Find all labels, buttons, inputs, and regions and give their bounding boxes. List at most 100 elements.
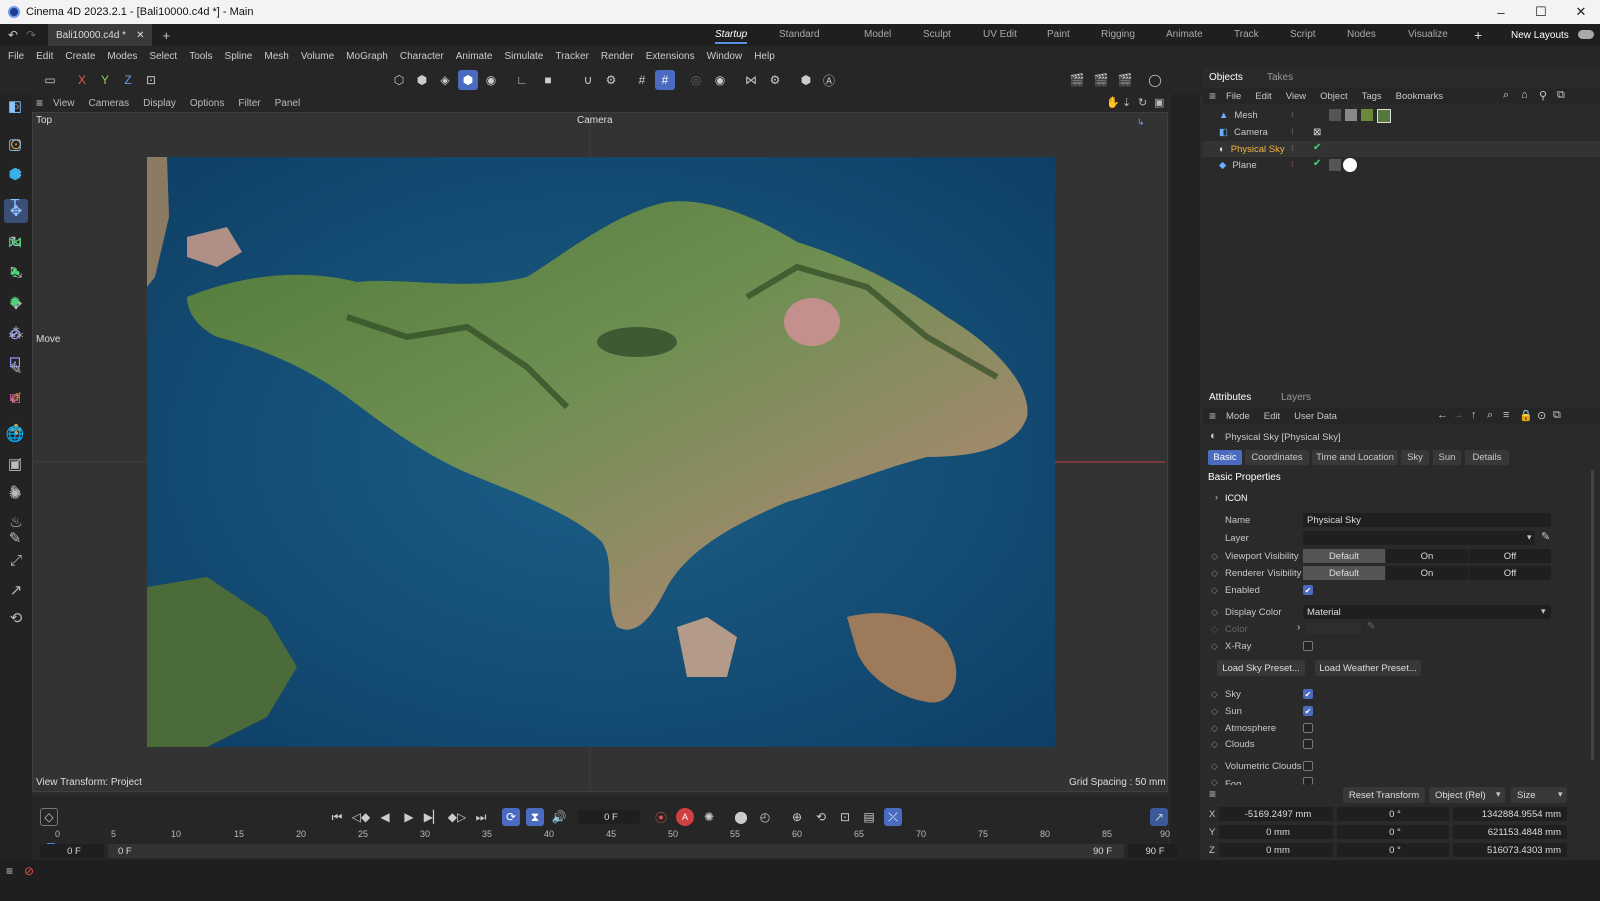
text-object-icon[interactable]: T (3, 192, 27, 216)
coordinate-system-icon[interactable]: ⊡ (141, 70, 161, 90)
viewport-visibility-default[interactable]: Default (1303, 549, 1385, 563)
eyedropper-icon[interactable]: ✎ (1541, 530, 1550, 543)
chevron-down-icon[interactable]: ▾ (1527, 532, 1532, 543)
rotation-z-field[interactable]: 0 ° (1337, 843, 1449, 857)
object-name[interactable]: Camera (1234, 127, 1268, 138)
menu-edit[interactable]: Edit (36, 51, 53, 62)
texture-tag-icon[interactable] (1377, 109, 1391, 123)
scale-track-icon[interactable]: ⊡ (836, 808, 854, 826)
keyframe-diamond-icon[interactable]: ◇ (1211, 723, 1218, 734)
back-arrow-icon[interactable]: ← (1437, 409, 1448, 421)
objects-menu-edit[interactable]: Edit (1255, 91, 1271, 102)
phong-tag-icon[interactable] (1329, 159, 1341, 171)
objects-menu-bookmarks[interactable]: Bookmarks (1396, 91, 1444, 102)
mograph-effector-icon[interactable]: ⧉ (3, 386, 27, 410)
pla-track-icon[interactable]: ⤫ (884, 808, 902, 826)
attributes-menu-edit[interactable]: Edit (1264, 411, 1280, 422)
environment-icon[interactable]: 🌐 (3, 422, 27, 446)
add-layout-icon[interactable]: + (1474, 27, 1482, 43)
align-workplane-icon[interactable]: ↗ (4, 578, 28, 602)
previous-frame-icon[interactable]: ◀ (376, 808, 394, 826)
polygons-mode-icon[interactable]: ◈ (435, 70, 455, 90)
visibility-dots-icon[interactable]: ⁝ (1291, 160, 1294, 169)
tab-standard[interactable]: Standard (779, 29, 820, 40)
tab-startup[interactable]: Startup (715, 29, 748, 44)
symmetry-icon[interactable]: ⋈ (741, 70, 761, 90)
redo-icon[interactable]: ↷ (26, 28, 36, 42)
attributes-filter-icon[interactable]: ≡ (1503, 409, 1509, 421)
position-z-field[interactable]: 0 mm (1219, 843, 1333, 857)
viewport-menu-view[interactable]: View (53, 98, 75, 109)
material-tag-icon[interactable] (1345, 109, 1357, 121)
menu-mesh[interactable]: Mesh (264, 51, 288, 62)
visibility-dots-icon[interactable]: ⁝ (1291, 110, 1294, 119)
close-tab-icon[interactable]: ✕ (136, 30, 144, 41)
position-y-field[interactable]: 0 mm (1219, 825, 1333, 839)
next-frame-icon[interactable]: ▶▏ (424, 808, 442, 826)
menu-help[interactable]: Help (754, 51, 775, 62)
visibility-dots-icon[interactable]: ⁝ (1291, 144, 1294, 153)
menu-spline[interactable]: Spline (225, 51, 253, 62)
close-window-button[interactable]: ✕ (1558, 0, 1600, 24)
objects-home-icon[interactable]: ⌂ (1521, 89, 1528, 101)
rotation-y-field[interactable]: 0 ° (1337, 825, 1449, 839)
menu-animate[interactable]: Animate (456, 51, 493, 62)
volumetric-clouds-checkbox[interactable] (1303, 761, 1313, 771)
chevron-down-icon[interactable]: ▾ (1558, 789, 1563, 800)
tab-sculpt[interactable]: Sculpt (923, 29, 951, 40)
undo-icon[interactable]: ↶ (8, 28, 18, 42)
cube-primitive-icon[interactable]: ▢ (3, 132, 27, 156)
texture-mode-icon[interactable]: ◉ (481, 70, 501, 90)
tab-objects[interactable]: Objects (1209, 72, 1243, 83)
keyframe-diamond-icon[interactable]: ◇ (1211, 689, 1218, 700)
parameter-track-icon[interactable]: ▤ (860, 808, 878, 826)
sun-checkbox[interactable]: ✔ (1303, 706, 1313, 716)
attributes-menu-icon[interactable]: ≡ (1209, 409, 1216, 423)
timeline-speed-icon[interactable]: ◴ (756, 808, 774, 826)
viewport-menu-filter[interactable]: Filter (238, 98, 260, 109)
sky-checkbox[interactable]: ✔ (1303, 689, 1313, 699)
layout-toggle[interactable] (1578, 30, 1594, 39)
render-settings-icon[interactable]: 🎬 (1115, 70, 1135, 90)
tab-model[interactable]: Model (864, 29, 891, 40)
render-to-picture-viewer-icon[interactable]: 🎬 (1091, 70, 1111, 90)
viewport-maximize-icon[interactable]: ▣ (1154, 96, 1164, 109)
tab-script[interactable]: Script (1290, 29, 1316, 40)
locked-workplane-icon[interactable]: ◉ (710, 70, 730, 90)
add-tab-icon[interactable]: + (162, 28, 170, 43)
subtab-basic[interactable]: Basic (1208, 450, 1242, 465)
object-row-camera[interactable]: ◧ Camera (1203, 124, 1600, 140)
axis-y-toggle[interactable]: Y (95, 70, 115, 90)
next-key-icon[interactable]: ◆▷ (448, 808, 466, 826)
keyframe-toggle-icon[interactable]: ◇ (40, 808, 58, 826)
workplane-grid-icon[interactable]: # (655, 70, 675, 90)
size-z-field[interactable]: 516073.4303 mm (1453, 843, 1567, 857)
subtab-sky[interactable]: Sky (1401, 450, 1429, 465)
attributes-menu-mode[interactable]: Mode (1226, 411, 1250, 422)
objects-menu-icon[interactable]: ≡ (1209, 89, 1216, 103)
viewport-menu-panel[interactable]: Panel (275, 98, 301, 109)
object-row-mesh[interactable]: ▲ Mesh (1203, 107, 1600, 123)
object-name[interactable]: Plane (1232, 160, 1256, 171)
tab-paint[interactable]: Paint (1047, 29, 1070, 40)
object-name[interactable]: Mesh (1234, 110, 1257, 121)
keyframe-diamond-icon[interactable]: ◇ (1211, 568, 1218, 579)
attributes-search-icon[interactable]: ⌕ (1487, 409, 1493, 422)
layer-field[interactable] (1303, 531, 1535, 545)
attributes-menu-user-data[interactable]: User Data (1294, 411, 1337, 422)
tab-layers[interactable]: Layers (1281, 392, 1311, 403)
objects-search-icon[interactable]: ⌕ (1503, 89, 1509, 102)
position-track-icon[interactable]: ⊕ (788, 808, 806, 826)
objects-new-window-icon[interactable]: ⧉ (1557, 89, 1565, 102)
objects-menu-file[interactable]: File (1226, 91, 1241, 102)
deformers-icon[interactable]: ✹ (3, 290, 27, 314)
viewport-visibility-on[interactable]: On (1386, 549, 1468, 563)
subtab-time-and-location[interactable]: Time and Location (1312, 450, 1398, 465)
viewport-visibility-off[interactable]: Off (1469, 549, 1551, 563)
timeline-graph-icon[interactable]: ↗ (1150, 808, 1168, 826)
subtab-coordinates[interactable]: Coordinates (1245, 450, 1309, 465)
menu-character[interactable]: Character (400, 51, 444, 62)
color-swatch[interactable] (1307, 622, 1361, 634)
cloner-icon[interactable]: ♣ (3, 260, 27, 284)
object-name[interactable]: Physical Sky (1231, 144, 1285, 155)
